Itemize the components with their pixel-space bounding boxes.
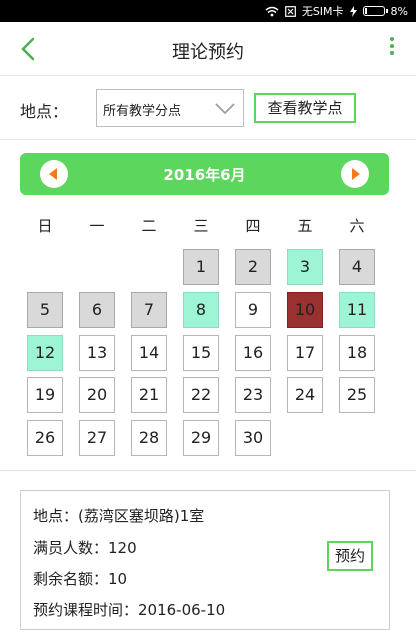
wifi-icon (265, 6, 279, 17)
calendar-day-16[interactable]: 16 (235, 335, 271, 371)
weekday-mon: 一 (89, 217, 105, 235)
location-select[interactable]: 所有教学分点 (96, 89, 244, 127)
calendar-day-29[interactable]: 29 (183, 420, 219, 456)
calendar-day-25[interactable]: 25 (339, 377, 375, 413)
divider (0, 470, 416, 471)
app-header: 理论预约 (0, 22, 416, 76)
calendar-day-5[interactable]: 5 (27, 292, 63, 328)
calendar-day-2[interactable]: 2 (235, 249, 271, 285)
next-month-button[interactable] (341, 160, 369, 188)
calendar-day-14[interactable]: 14 (131, 335, 167, 371)
calendar-day-22[interactable]: 22 (183, 377, 219, 413)
session-info-card: 地点：(荔湾区塞坝路)1室 满员人数：120 剩余名额：10 预约课程时间：20… (20, 490, 390, 630)
sim-icon (284, 5, 296, 17)
calendar-day-24[interactable]: 24 (287, 377, 323, 413)
calendar-day-7[interactable]: 7 (131, 292, 167, 328)
calendar-day-13[interactable]: 13 (79, 335, 115, 371)
calendar-day-27[interactable]: 27 (79, 420, 115, 456)
view-teaching-points-button[interactable]: 查看教学点 (254, 93, 356, 123)
info-location: 地点：(荔湾区塞坝路)1室 (33, 507, 205, 525)
battery-percent: 8% (390, 4, 408, 18)
calendar-day-1[interactable]: 1 (183, 249, 219, 285)
location-filter-row: 地点： 所有教学分点 查看教学点 (0, 76, 416, 140)
calendar-day-12[interactable]: 12 (27, 335, 63, 371)
calendar-day-23[interactable]: 23 (235, 377, 271, 413)
chevron-down-icon (215, 103, 235, 115)
location-label: 地点： (20, 102, 69, 121)
next-arrow-icon (352, 168, 360, 180)
calendar-day-18[interactable]: 18 (339, 335, 375, 371)
month-label: 2016年6月 (163, 166, 246, 184)
sim-status-text: 无SIM卡 (301, 5, 344, 18)
info-remaining: 剩余名额：10 (33, 570, 128, 588)
battery-icon (362, 6, 388, 16)
weekday-thu: 四 (245, 217, 261, 235)
calendar-day-20[interactable]: 20 (79, 377, 115, 413)
charging-icon (349, 5, 357, 17)
status-bar: 无SIM卡 8% (0, 0, 416, 22)
location-select-value: 所有教学分点 (103, 104, 182, 119)
info-capacity: 满员人数：120 (33, 539, 137, 557)
weekday-tue: 二 (141, 217, 157, 235)
calendar-day-11[interactable]: 11 (339, 292, 375, 328)
calendar-day-26[interactable]: 26 (27, 420, 63, 456)
page-title: 理论预约 (172, 42, 244, 63)
weekday-sun: 日 (37, 217, 53, 235)
more-menu-button[interactable] (388, 37, 396, 61)
weekday-wed: 三 (193, 217, 209, 235)
calendar-day-17[interactable]: 17 (287, 335, 323, 371)
calendar-day-28[interactable]: 28 (131, 420, 167, 456)
calendar-day-8[interactable]: 8 (183, 292, 219, 328)
info-course-time: 预约课程时间：2016-06-10 (33, 601, 226, 619)
calendar-day-30[interactable]: 30 (235, 420, 271, 456)
more-vertical-icon (390, 37, 394, 41)
reserve-button[interactable]: 预约 (327, 541, 373, 571)
weekday-fri: 五 (297, 217, 313, 235)
calendar-day-15[interactable]: 15 (183, 335, 219, 371)
calendar-day-19[interactable]: 19 (27, 377, 63, 413)
calendar-day-3[interactable]: 3 (287, 249, 323, 285)
calendar-day-9[interactable]: 9 (235, 292, 271, 328)
calendar-header: 2016年6月 (20, 153, 389, 195)
calendar-day-21[interactable]: 21 (131, 377, 167, 413)
calendar-day-4[interactable]: 4 (339, 249, 375, 285)
calendar-day-10[interactable]: 10 (287, 292, 323, 328)
weekday-sat: 六 (349, 217, 365, 235)
calendar-day-6[interactable]: 6 (79, 292, 115, 328)
